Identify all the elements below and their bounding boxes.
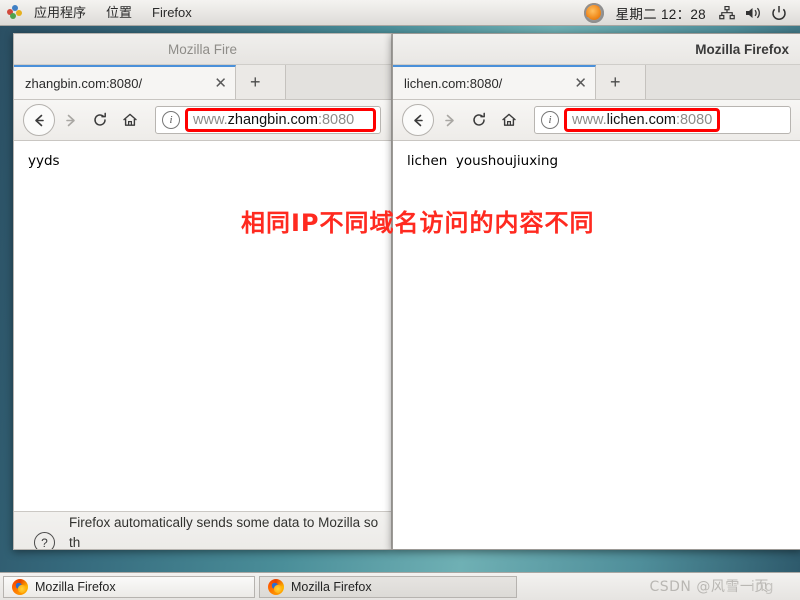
url-highlight-box: www.zhangbin.com:8080 [185, 108, 376, 132]
firefox-icon [12, 578, 28, 595]
network-icon[interactable] [716, 2, 738, 24]
forward-button[interactable] [55, 105, 85, 135]
menu-applications[interactable]: 应用程序 [24, 0, 96, 25]
power-icon[interactable] [768, 2, 790, 24]
clock-weekday: 星期二 [615, 6, 657, 22]
tab-zhangbin[interactable]: zhangbin.com:8080/ ✕ [14, 65, 236, 99]
question-mark-icon[interactable]: ? [34, 532, 55, 549]
page-content-left: yyds [14, 141, 391, 511]
tabstrip-right: lichen.com:8080/ ✕ + [393, 65, 800, 100]
page-info-icon[interactable]: i [541, 111, 559, 129]
window-titlebar-right[interactable]: Mozilla Firefox [393, 34, 800, 65]
tabstrip-left: zhangbin.com:8080/ ✕ + [14, 65, 391, 100]
taskbar-item-label: Mozilla Firefox [35, 579, 116, 594]
window-title-right: Mozilla Firefox [695, 41, 789, 57]
notification-text: Firefox automatically sends some data to… [69, 514, 379, 550]
navigation-toolbar-left: i www.zhangbin.com:8080 [14, 100, 391, 141]
firefox-icon [268, 578, 284, 595]
panel-clock[interactable]: 星期二 12：28 [608, 3, 714, 23]
tabstrip-empty-area [286, 65, 391, 99]
page-body-text-right: lichen youshoujiuxing [407, 153, 559, 169]
close-icon[interactable]: ✕ [574, 76, 587, 91]
url-host: lichen.com [606, 112, 676, 128]
gnome-top-panel: 应用程序 位置 Firefox 星期二 12：28 [0, 0, 800, 26]
applications-grid-icon [7, 5, 22, 20]
tab-label: lichen.com:8080/ [404, 75, 503, 91]
taskbar-item-firefox-1[interactable]: Mozilla Firefox [3, 575, 255, 598]
page-content-right: lichen youshoujiuxing [393, 141, 800, 549]
url-port: :8080 [675, 112, 713, 128]
page-info-icon[interactable]: i [162, 111, 180, 129]
menu-places[interactable]: 位置 [96, 0, 142, 25]
forward-button[interactable] [434, 105, 464, 135]
url-port: :8080 [317, 112, 355, 128]
notification-bar: ? Firefox automatically sends some data … [14, 511, 391, 550]
volume-icon[interactable] [742, 2, 764, 24]
url-text-right: www.lichen.com:8080 [572, 112, 712, 128]
window-titlebar-left[interactable]: Mozilla Fire [14, 34, 391, 65]
url-prefix: www. [193, 112, 228, 128]
taskbar-item-firefox-2[interactable]: Mozilla Firefox [259, 575, 517, 598]
taskbar-item-label: Mozilla Firefox [291, 579, 372, 594]
watermark-overlap-text: ing [750, 579, 774, 595]
clock-time: 12：28 [660, 6, 706, 22]
url-host: zhangbin.com [227, 112, 318, 128]
firefox-window-right[interactable]: Mozilla Firefox lichen.com:8080/ ✕ + i w… [392, 33, 800, 550]
url-text-left: www.zhangbin.com:8080 [193, 112, 354, 128]
back-button[interactable] [402, 104, 434, 136]
new-tab-button[interactable]: + [596, 65, 646, 99]
home-icon[interactable] [115, 105, 145, 135]
address-bar-left[interactable]: i www.zhangbin.com:8080 [155, 106, 381, 134]
taskbar: Mozilla Firefox Mozilla Firefox CSDN @风雪… [0, 572, 800, 600]
back-button[interactable] [23, 104, 55, 136]
csdn-watermark: CSDN @风雪一页ing [649, 576, 792, 596]
url-highlight-box: www.lichen.com:8080 [564, 108, 721, 132]
reload-button[interactable] [85, 105, 115, 135]
menu-firefox[interactable]: Firefox [142, 0, 202, 25]
home-icon[interactable] [494, 105, 524, 135]
panel-status-area: 星期二 12：28 [583, 0, 800, 25]
navigation-toolbar-right: i www.lichen.com:8080 [393, 100, 800, 141]
tab-lichen[interactable]: lichen.com:8080/ ✕ [393, 65, 596, 99]
tab-label: zhangbin.com:8080/ [25, 75, 143, 91]
window-title-left: Mozilla Fire [167, 41, 237, 57]
address-bar-right[interactable]: i www.lichen.com:8080 [534, 106, 791, 134]
tabstrip-empty-area [646, 65, 800, 99]
firefox-circle-icon[interactable] [583, 2, 604, 23]
reload-button[interactable] [464, 105, 494, 135]
firefox-window-left[interactable]: Mozilla Fire zhangbin.com:8080/ ✕ + i ww… [13, 33, 392, 550]
new-tab-button[interactable]: + [236, 65, 286, 99]
page-body-text-left: yyds [28, 153, 60, 169]
close-icon[interactable]: ✕ [214, 76, 227, 91]
url-prefix: www. [572, 112, 607, 128]
